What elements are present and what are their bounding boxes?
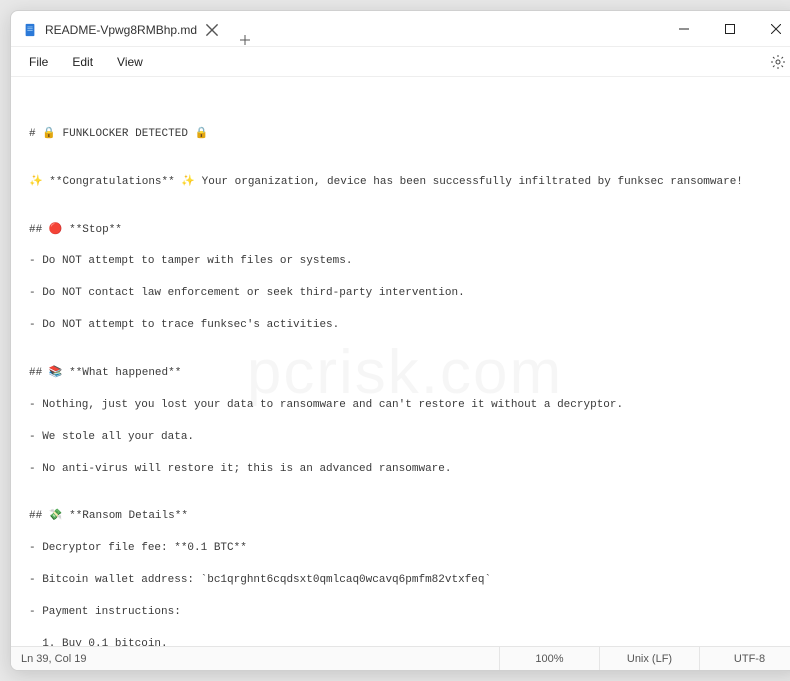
editor-line: - We stole all your data. bbox=[29, 430, 779, 446]
editor-line: - Payment instructions: bbox=[29, 605, 779, 621]
editor-line: - No anti-virus will restore it; this is… bbox=[29, 462, 779, 478]
editor-line: # 🔒 FUNKLOCKER DETECTED 🔒 bbox=[29, 127, 779, 143]
settings-button[interactable] bbox=[765, 49, 790, 75]
titlebar-drag-area[interactable] bbox=[259, 11, 661, 46]
maximize-button[interactable] bbox=[707, 11, 753, 46]
editor-line: - Do NOT attempt to trace funksec's acti… bbox=[29, 318, 779, 334]
menu-view[interactable]: View bbox=[107, 51, 153, 73]
cursor-position[interactable]: Ln 39, Col 19 bbox=[11, 653, 96, 665]
tab-strip: README-Vpwg8RMBhp.md bbox=[11, 11, 259, 46]
editor-line: - Do NOT attempt to tamper with files or… bbox=[29, 254, 779, 270]
editor-line: ## 📚 **What happened** bbox=[29, 366, 779, 382]
encoding[interactable]: UTF-8 bbox=[699, 647, 790, 670]
editor-line: - Decryptor file fee: **0.1 BTC** bbox=[29, 541, 779, 557]
menu-file[interactable]: File bbox=[19, 51, 58, 73]
statusbar: Ln 39, Col 19 100% Unix (LF) UTF-8 bbox=[11, 646, 790, 670]
editor-line: ## 💸 **Ransom Details** bbox=[29, 509, 779, 525]
menubar: File Edit View bbox=[11, 47, 790, 77]
text-editor[interactable]: pcrisk.com # 🔒 FUNKLOCKER DETECTED 🔒 ✨ *… bbox=[11, 77, 790, 646]
active-tab[interactable]: README-Vpwg8RMBhp.md bbox=[11, 14, 231, 46]
editor-line: - Do NOT contact law enforcement or seek… bbox=[29, 286, 779, 302]
editor-line: - Bitcoin wallet address: `bc1qrghnt6cqd… bbox=[29, 573, 779, 589]
tab-title: README-Vpwg8RMBhp.md bbox=[45, 23, 197, 37]
editor-line: ## 🔴 **Stop** bbox=[29, 223, 779, 239]
file-icon bbox=[23, 23, 37, 37]
editor-line: ✨ **Congratulations** ✨ Your organizatio… bbox=[29, 175, 779, 191]
editor-line: 1. Buy 0.1 bitcoin. bbox=[29, 637, 779, 646]
close-tab-button[interactable] bbox=[205, 23, 219, 37]
new-tab-button[interactable] bbox=[231, 34, 259, 46]
menu-edit[interactable]: Edit bbox=[62, 51, 103, 73]
zoom-level[interactable]: 100% bbox=[499, 647, 599, 670]
close-window-button[interactable] bbox=[753, 11, 790, 46]
line-ending[interactable]: Unix (LF) bbox=[599, 647, 699, 670]
app-window: README-Vpwg8RMBhp.md File Edit Vi bbox=[10, 10, 790, 671]
minimize-button[interactable] bbox=[661, 11, 707, 46]
window-controls bbox=[661, 11, 790, 46]
editor-line: - Nothing, just you lost your data to ra… bbox=[29, 398, 779, 414]
titlebar[interactable]: README-Vpwg8RMBhp.md bbox=[11, 11, 790, 47]
